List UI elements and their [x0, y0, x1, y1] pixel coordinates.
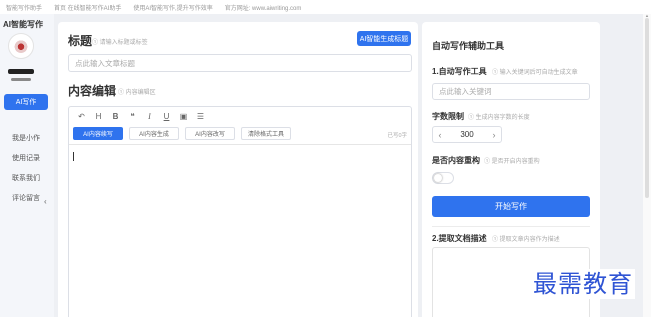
word-limit-stepper[interactable]: ‹ 300 ›	[432, 126, 502, 143]
editor-divider	[69, 144, 411, 145]
quote-icon[interactable]: ❝	[124, 109, 141, 123]
clear-format-button[interactable]: 清除格式工具	[241, 127, 291, 140]
sidebar-item-history[interactable]: 使用记录	[4, 150, 48, 166]
word-limit-value[interactable]: 300	[447, 130, 487, 139]
ai-rewrite-button[interactable]: AI内容改写	[185, 127, 235, 140]
chevron-left-icon[interactable]: ‹	[44, 197, 47, 206]
bookmark-4[interactable]: 官方网址: www.aiwriting.com	[225, 3, 302, 12]
ai-generate-title-button[interactable]: AI智能生成标题	[357, 31, 411, 46]
increment-button[interactable]: ›	[487, 127, 501, 142]
ai-continue-button[interactable]: AI内容续写	[73, 127, 123, 140]
sidebar-item-contact[interactable]: 联系我们	[4, 170, 48, 186]
bold-icon[interactable]: B	[107, 109, 124, 123]
editor-panel: 标题 ① 请输入标题或标签 AI智能生成标题 点此输入文章标题 内容编辑 ① 内…	[58, 22, 418, 317]
bookmark-3[interactable]: 使用AI智能写作,提升写作效率	[133, 3, 212, 12]
title-input[interactable]: 点此输入文章标题	[68, 54, 412, 72]
word-count: 已写0字	[387, 133, 407, 139]
section-divider	[432, 226, 590, 227]
undo-icon[interactable]: ↶	[73, 109, 90, 123]
sidebar-item-ai-writing[interactable]: AI写作	[4, 94, 48, 110]
heading-icon[interactable]: H	[90, 109, 107, 123]
user-subtitle	[11, 78, 31, 81]
word-limit-label: 字数限制	[432, 112, 464, 121]
auto-writing-label: 1.自动写作工具	[432, 67, 487, 76]
content-hint: ① 内容编辑区	[118, 90, 156, 96]
scrollbar-thumb[interactable]	[645, 18, 649, 198]
start-writing-button[interactable]: 开始写作	[432, 196, 590, 217]
title-hint: ① 请输入标题或标签	[92, 40, 148, 46]
sidebar-item-my-works[interactable]: 我是小作	[4, 130, 48, 146]
keyword-input[interactable]: 点此输入关键词	[432, 83, 590, 100]
word-limit-hint: ① 生成内容字数的长度	[468, 115, 530, 121]
list-icon[interactable]: ☰	[192, 109, 209, 123]
auto-writing-hint: ① 输入关键词后可自动生成文章	[492, 70, 578, 76]
watermark: 最需教育	[531, 269, 635, 299]
sidebar-item-feedback[interactable]: 评论留言	[4, 190, 48, 206]
bookmark-1[interactable]: 智能写作助手	[6, 3, 42, 12]
toggle-knob	[434, 174, 442, 182]
app-logo: AI智能写作	[3, 20, 43, 29]
ai-generate-button[interactable]: AI内容生成	[129, 127, 179, 140]
rewrite-toggle[interactable]	[432, 172, 454, 184]
italic-icon[interactable]: I	[141, 109, 158, 123]
decrement-button[interactable]: ‹	[433, 127, 447, 142]
extract-description-hint: ① 提取文章内容作为描述	[492, 237, 560, 243]
rewrite-label: 是否内容重构	[432, 156, 480, 165]
avatar[interactable]	[8, 33, 34, 59]
editor-toolbar: ↶ H B ❝ I U ▣ ☰	[69, 107, 411, 125]
sidebar: AI智能写作 AI写作 我是小作 使用记录 联系我们 评论留言 ‹	[0, 14, 54, 317]
underline-icon[interactable]: U	[158, 109, 175, 123]
avatar-image	[14, 39, 28, 53]
user-name	[8, 69, 34, 74]
content-heading: 内容编辑	[68, 84, 117, 98]
rich-text-editor[interactable]: ↶ H B ❝ I U ▣ ☰ AI内容续写 AI内容生成 AI内容改写 清除格…	[68, 106, 412, 317]
browser-bookmark-bar: 智能写作助手 首页 在线智能写作AI助手 使用AI智能写作,提升写作效率 官方网…	[0, 0, 651, 14]
extract-description-label: 2.提取文档描述	[432, 234, 487, 243]
image-icon[interactable]: ▣	[175, 109, 192, 123]
text-cursor	[73, 152, 74, 161]
bookmark-2[interactable]: 首页 在线智能写作AI助手	[54, 3, 121, 12]
tools-title: 自动写作辅助工具	[432, 41, 505, 51]
rewrite-hint: ① 是否开启内容重构	[484, 159, 540, 165]
title-heading: 标题	[68, 34, 93, 48]
page-scrollbar[interactable]: ▲	[643, 14, 651, 317]
